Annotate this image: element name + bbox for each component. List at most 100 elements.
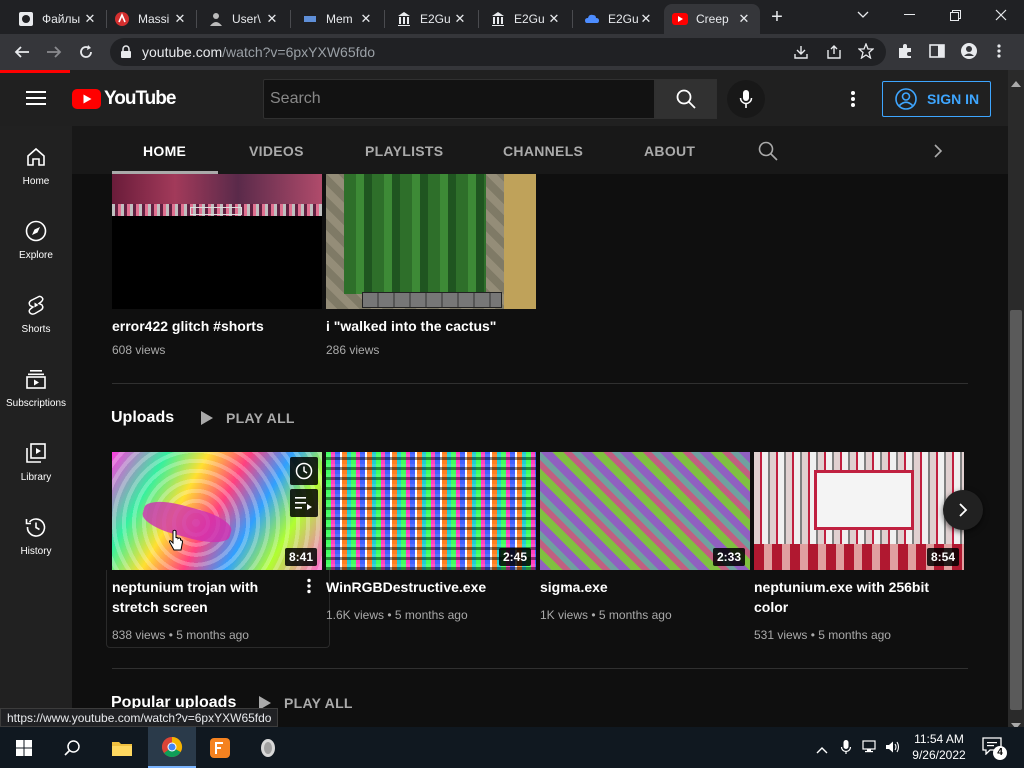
close-tab-icon[interactable]: ✕ xyxy=(452,11,468,27)
link-status-bubble: https://www.youtube.com/watch?v=6pxYXW65… xyxy=(0,708,279,727)
extensions-puzzle-icon[interactable] xyxy=(897,43,913,64)
forward-arrow-icon[interactable] xyxy=(42,40,66,64)
scroll-up-arrow-icon[interactable] xyxy=(1011,74,1021,92)
uploads-play-all-button[interactable]: PLAY ALL xyxy=(226,410,295,426)
close-tab-icon[interactable]: ✕ xyxy=(264,11,280,27)
search-icon xyxy=(676,89,696,109)
notification-center-icon[interactable]: 4 xyxy=(982,737,1007,760)
share-icon[interactable] xyxy=(826,44,842,65)
notification-count-badge: 4 xyxy=(993,746,1007,760)
section-divider xyxy=(112,668,968,669)
popular-play-all-button[interactable]: PLAY ALL xyxy=(284,695,353,711)
close-window-button[interactable] xyxy=(978,0,1024,30)
browser-tab-8-active[interactable]: Creep ✕ xyxy=(664,4,760,34)
youtube-play-icon xyxy=(72,89,101,109)
restore-button[interactable] xyxy=(932,0,978,30)
short-title[interactable]: error422 glitch #shorts xyxy=(112,316,264,336)
bookmark-star-icon[interactable] xyxy=(857,42,875,64)
chrome-taskbar-icon[interactable] xyxy=(148,727,196,768)
hamburger-menu-icon[interactable] xyxy=(26,90,46,111)
chevron-right-icon[interactable] xyxy=(933,143,943,164)
browser-tab-1[interactable]: Файлы ✕ xyxy=(10,4,106,34)
taskbar-search-icon[interactable] xyxy=(48,727,96,768)
video-title[interactable]: neptunium trojan with stretch screen xyxy=(112,577,298,617)
more-actions-kebab-icon[interactable] xyxy=(306,578,312,599)
voice-search-button[interactable] xyxy=(727,80,765,118)
video-metadata: 1.6K views • 5 months ago xyxy=(326,608,468,622)
youtube-logo[interactable]: YouTube xyxy=(72,88,176,110)
watch-later-clock-icon[interactable] xyxy=(290,457,318,485)
back-arrow-icon[interactable] xyxy=(10,40,34,64)
browser-tab-5[interactable]: E2Gu ✕ xyxy=(388,4,476,34)
network-icon[interactable] xyxy=(862,740,878,759)
minimize-button[interactable] xyxy=(886,0,932,30)
microphone-tray-icon[interactable] xyxy=(840,739,852,760)
shorts-icon xyxy=(28,295,44,315)
tab-channels[interactable]: CHANNELS xyxy=(503,143,583,159)
sidebar-item-shorts[interactable]: Shorts xyxy=(0,274,72,348)
video-metadata: 838 views • 5 months ago xyxy=(112,628,249,642)
sidebar-item-history[interactable]: History xyxy=(0,496,72,570)
user-icon xyxy=(208,11,224,27)
reload-icon[interactable] xyxy=(74,40,98,64)
close-tab-icon[interactable]: ✕ xyxy=(638,11,654,27)
play-all-icon[interactable] xyxy=(200,410,214,431)
short-thumbnail-cactus[interactable] xyxy=(326,174,536,309)
shelf-next-button[interactable] xyxy=(943,490,983,530)
browser-tab-7[interactable]: E2Gu ✕ xyxy=(576,4,662,34)
mouse-cursor-hand-icon xyxy=(168,529,184,558)
microphone-icon xyxy=(739,90,753,108)
close-tab-icon[interactable]: ✕ xyxy=(82,11,98,27)
lock-icon[interactable] xyxy=(120,45,132,64)
close-tab-icon[interactable]: ✕ xyxy=(358,11,374,27)
uploads-heading[interactable]: Uploads xyxy=(111,409,174,427)
add-to-queue-icon[interactable] xyxy=(290,489,318,517)
close-tab-icon[interactable]: ✕ xyxy=(546,11,562,27)
tab-home[interactable]: HOME xyxy=(143,143,186,159)
tab-playlists[interactable]: PLAYLISTS xyxy=(365,143,443,159)
chrome-menu-icon[interactable] xyxy=(996,43,1002,64)
new-tab-button[interactable]: + xyxy=(766,6,788,28)
sidebar-item-library[interactable]: Library xyxy=(0,422,72,496)
start-windows-icon[interactable] xyxy=(0,727,48,768)
browser-tab-2[interactable]: Massi ✕ xyxy=(106,4,196,34)
account-circle-icon xyxy=(895,88,917,110)
search-input[interactable] xyxy=(263,79,655,119)
short-title[interactable]: i "walked into the cactus" xyxy=(326,316,496,336)
channel-search-icon[interactable] xyxy=(758,141,778,166)
browser-tab-4[interactable]: Mem ✕ xyxy=(294,4,382,34)
settings-kebab-icon[interactable] xyxy=(850,90,856,113)
video-title[interactable]: neptunium.exe with 256bit color xyxy=(754,577,944,617)
system-clock[interactable]: 11:54 AM 9/26/2022 xyxy=(908,731,970,763)
side-panel-icon[interactable] xyxy=(929,43,945,64)
sidebar-item-subscriptions[interactable]: Subscriptions xyxy=(0,348,72,422)
short-views: 286 views xyxy=(326,343,380,357)
short-thumbnail-error422[interactable] xyxy=(112,174,322,309)
profile-avatar-icon[interactable] xyxy=(961,43,977,64)
search-placeholder: Search xyxy=(270,90,321,107)
fl-studio-icon[interactable] xyxy=(196,727,244,768)
video-title[interactable]: WinRGBDestructive.exe xyxy=(326,577,526,597)
library-icon xyxy=(26,443,46,463)
search-button[interactable] xyxy=(655,79,717,119)
video-metadata: 531 views • 5 months ago xyxy=(754,628,891,642)
sign-in-button[interactable]: SIGN IN xyxy=(882,81,991,117)
generic-app-icon[interactable] xyxy=(244,727,292,768)
tab-search-icon[interactable] xyxy=(840,0,886,30)
close-tab-icon[interactable]: ✕ xyxy=(736,11,752,27)
sidebar-item-explore[interactable]: Explore xyxy=(0,200,72,274)
sidebar-item-home[interactable]: Home xyxy=(0,126,72,200)
show-hidden-icons-chevron-icon[interactable] xyxy=(816,741,828,759)
tab-about[interactable]: ABOUT xyxy=(644,143,695,159)
file-explorer-icon[interactable] xyxy=(98,727,146,768)
video-title[interactable]: sigma.exe xyxy=(540,577,740,597)
browser-tab-3[interactable]: User\ ✕ xyxy=(200,4,288,34)
install-app-icon[interactable] xyxy=(793,44,809,65)
tab-videos[interactable]: VIDEOS xyxy=(249,143,304,159)
close-tab-icon[interactable]: ✕ xyxy=(172,11,188,27)
url-text[interactable]: youtube.com/watch?v=6pxYXW65fdo xyxy=(142,44,375,60)
compass-icon xyxy=(25,220,47,242)
volume-icon[interactable] xyxy=(885,740,901,759)
browser-tab-6[interactable]: E2Gu ✕ xyxy=(482,4,570,34)
scrollbar-thumb[interactable] xyxy=(1010,310,1022,710)
